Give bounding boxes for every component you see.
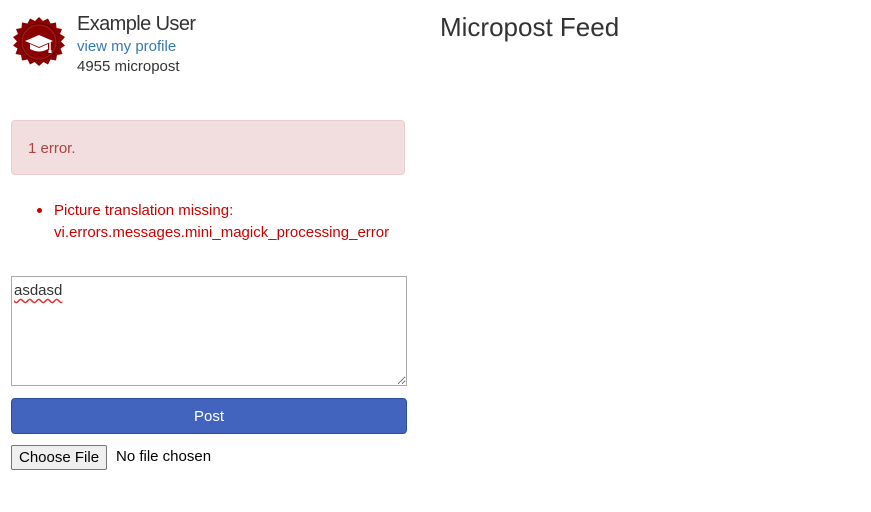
feed-title: Micropost Feed	[440, 12, 620, 42]
error-message-line2: vi.errors.messages.mini_magick_processin…	[54, 224, 390, 241]
bullet-icon	[37, 208, 42, 213]
error-alert: 1 error.	[11, 120, 405, 175]
choose-file-button[interactable]: Choose File	[11, 445, 108, 470]
graduation-cap-badge-icon	[13, 17, 65, 66]
error-message-line1: Picture translation missing:	[54, 202, 234, 219]
micropost-content-textarea[interactable]: asdasd	[11, 276, 407, 386]
post-button[interactable]: Post	[11, 398, 407, 434]
micropost-count: 4955 micropost	[77, 58, 180, 75]
view-profile-link[interactable]: view my profile	[77, 38, 176, 55]
avatar[interactable]	[13, 17, 65, 69]
error-message: Picture translation missing: vi.errors.m…	[54, 200, 389, 244]
error-summary: 1 error.	[28, 140, 76, 157]
user-name: Example User	[77, 13, 196, 35]
file-status: No file chosen	[116, 448, 212, 465]
